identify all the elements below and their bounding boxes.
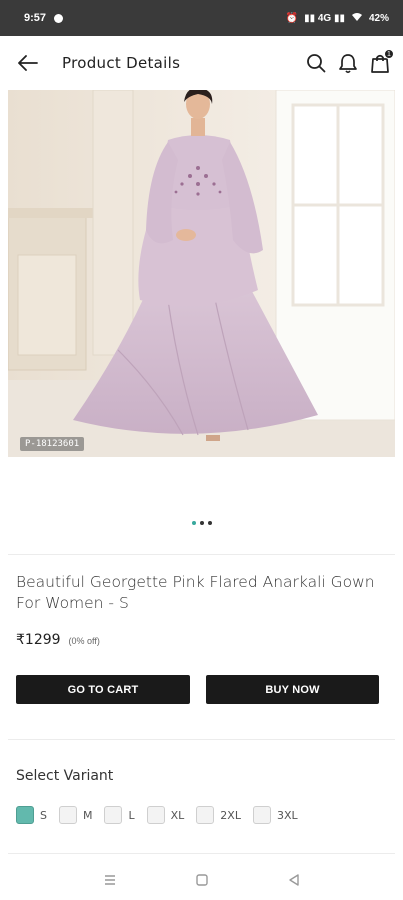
wifi-icon <box>351 12 363 25</box>
status-time: 9:57 <box>24 12 47 24</box>
system-back-button[interactable] <box>248 874 340 886</box>
home-button[interactable] <box>156 874 248 886</box>
carousel-dot-active[interactable] <box>191 521 196 525</box>
buy-now-button[interactable]: BUY NOW <box>206 675 379 704</box>
variant-checkbox[interactable] <box>252 806 271 824</box>
divider <box>8 739 395 740</box>
product-title: Beautiful Georgette Pink Flared Anarkali… <box>16 573 375 612</box>
variant-label: S <box>40 808 47 822</box>
square-icon <box>195 874 208 886</box>
variant-label: 2XL <box>220 808 241 822</box>
variant-option-3xl[interactable]: 3XL <box>252 806 298 824</box>
cart-count-badge: 1 <box>384 49 394 59</box>
variant-option-s[interactable]: S <box>16 806 47 824</box>
product-price: ₹1299 <box>16 632 61 648</box>
variant-checkbox[interactable] <box>16 806 34 824</box>
discount-label: (0% off) <box>68 636 100 646</box>
variant-checkbox[interactable] <box>58 806 77 824</box>
product-id-tag: P-18123601 <box>20 437 85 451</box>
search-button[interactable] <box>305 52 327 74</box>
notifications-button[interactable] <box>337 52 359 74</box>
product-image[interactable]: P-18123601 <box>8 90 395 457</box>
triangle-back-icon <box>288 874 299 886</box>
bell-icon <box>339 53 357 73</box>
back-arrow-icon <box>18 55 38 71</box>
menu-lines-icon <box>104 875 115 885</box>
variant-label: L <box>128 808 135 822</box>
go-to-cart-button[interactable]: GO TO CART <box>16 675 190 704</box>
back-button[interactable] <box>16 51 40 75</box>
battery-percent: 42% <box>368 12 389 24</box>
variant-options: S M L XL 2XL 3XL <box>16 806 310 824</box>
divider <box>8 554 395 555</box>
dress-illustration <box>8 90 395 457</box>
search-icon <box>307 54 326 73</box>
carousel-dot[interactable] <box>199 521 204 525</box>
system-nav-bar <box>0 860 403 900</box>
app-header: Product Details 1 <box>0 36 403 90</box>
carousel-dot[interactable] <box>207 521 212 525</box>
status-right: ⏰ ▮▮ 4G ▮▮ 42% <box>286 12 389 25</box>
signal-indicators: ▮▮ 4G ▮▮ <box>304 12 345 24</box>
variant-label: XL <box>170 808 185 822</box>
variant-checkbox[interactable] <box>104 806 123 824</box>
variant-option-xl[interactable]: XL <box>146 806 185 824</box>
variant-option-l[interactable]: L <box>104 806 135 824</box>
carousel-dots <box>0 521 403 525</box>
notification-dot-icon <box>54 13 64 23</box>
variant-checkbox[interactable] <box>146 806 165 824</box>
status-bar: 9:57 ⏰ ▮▮ 4G ▮▮ 42% <box>0 0 403 36</box>
select-variant-heading: Select Variant <box>16 768 114 784</box>
alarm-icon: ⏰ <box>285 12 299 24</box>
status-left: 9:57 <box>24 12 64 24</box>
cart-button[interactable]: 1 <box>369 49 394 74</box>
variant-option-2xl[interactable]: 2XL <box>196 806 241 824</box>
variant-label: M <box>82 808 93 822</box>
variant-option-m[interactable]: M <box>58 806 93 824</box>
variant-checkbox[interactable] <box>196 806 215 824</box>
page-title: Product Details <box>62 54 181 72</box>
recents-button[interactable] <box>64 874 156 886</box>
divider <box>8 853 395 854</box>
variant-label: 3XL <box>276 808 298 822</box>
header-actions: 1 <box>305 49 394 74</box>
price-row: ₹1299 (0% off) <box>16 632 100 648</box>
